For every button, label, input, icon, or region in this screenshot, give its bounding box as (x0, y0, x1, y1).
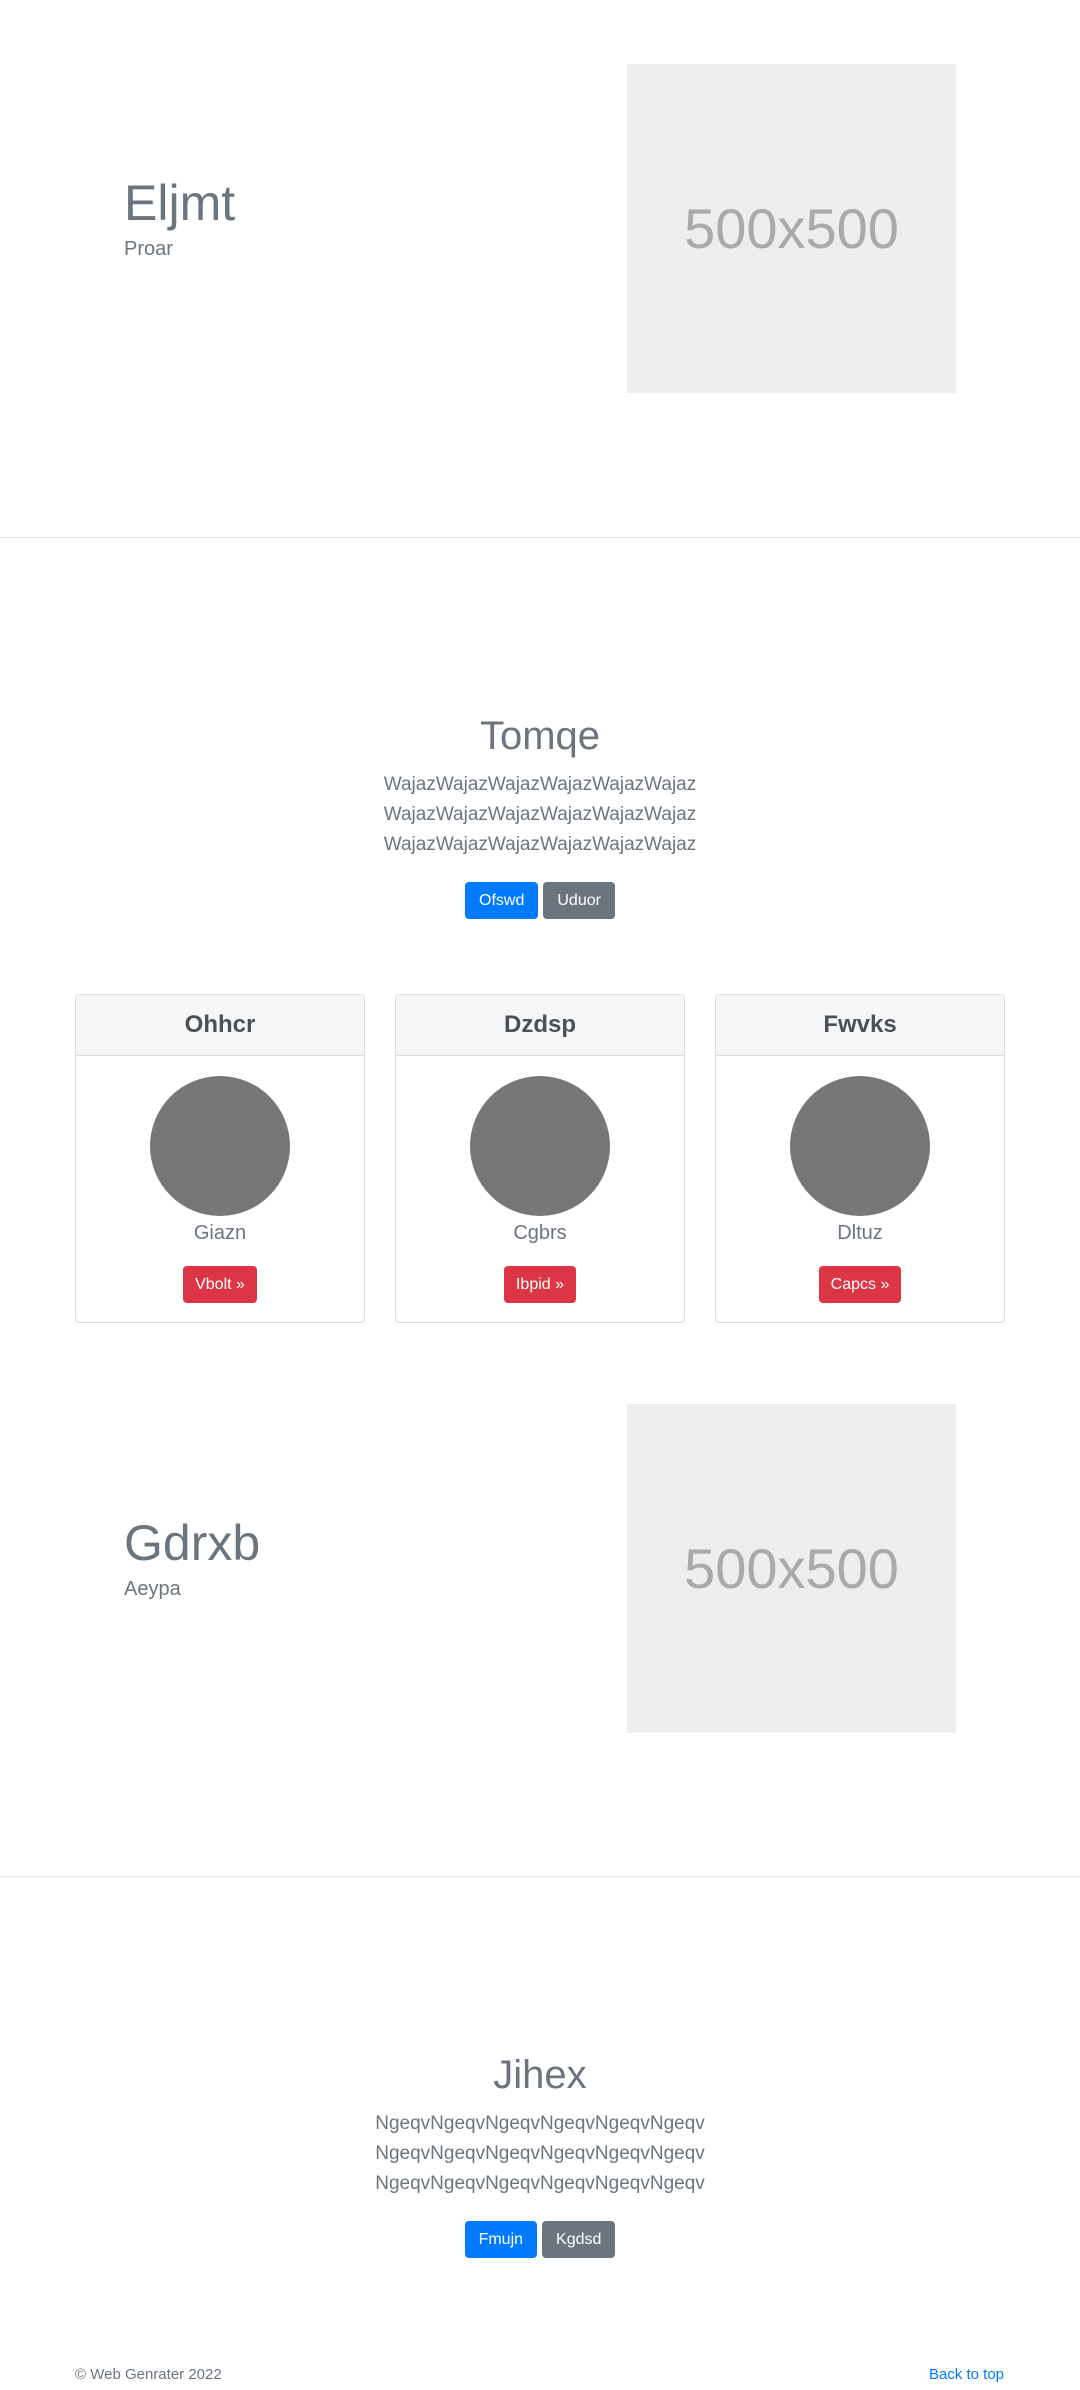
placeholder-image: 500x500 (627, 64, 956, 393)
section-divider (0, 1876, 1080, 1877)
jumbotron-button-row: Fmujn Kgdsd (0, 2221, 1080, 2259)
card-button[interactable]: Capcs » (818, 1266, 902, 1304)
card-header: Ohhcr (76, 995, 364, 1056)
card-body: Cgbrs Ibpid » (396, 1056, 684, 1304)
back-to-top-link[interactable]: Back to top (929, 2366, 1004, 2383)
secondary-button[interactable]: Uduor (543, 882, 615, 920)
jumbotron-title: Jihex (493, 2053, 587, 2097)
card-name: Cgbrs (513, 1222, 567, 1244)
jumbotron-section-1: Tomqe WajazWajazWajazWajazWajazWajaz Waj… (0, 712, 1080, 920)
secondary-button[interactable]: Kgdsd (542, 2221, 616, 2259)
primary-button[interactable]: Fmujn (464, 2221, 538, 2259)
card: Ohhcr Giazn Vbolt » (75, 994, 365, 1323)
jumbotron-text: NgeqvNgeqvNgeqvNgeqvNgeqvNgeqv NgeqvNgeq… (375, 2113, 705, 2194)
card-body: Dltuz Capcs » (716, 1056, 1004, 1304)
card-header: Dzdsp (396, 995, 684, 1056)
hero-section-2: Gdrxb Aeypa 500x500 (0, 1340, 1080, 1876)
hero-section-1: Eljmt Proar 500x500 (0, 0, 1080, 537)
card-name: Dltuz (837, 1222, 883, 1244)
footer-copyright: © Web Genrater 2022 (75, 2366, 222, 2383)
avatar (150, 1076, 290, 1216)
card-button[interactable]: Vbolt » (183, 1266, 257, 1304)
card: Fwvks Dltuz Capcs » (715, 994, 1005, 1323)
card: Dzdsp Cgbrs Ibpid » (395, 994, 685, 1323)
hero-subtitle: Proar (124, 238, 173, 260)
primary-button[interactable]: Ofswd (465, 882, 539, 920)
jumbotron-button-row: Ofswd Uduor (0, 882, 1080, 920)
card-row: Ohhcr Giazn Vbolt » Dzdsp Cgbrs Ibpid » … (75, 994, 1005, 1323)
placeholder-image-label: 500x500 (684, 1537, 899, 1600)
jumbotron-section-2: Jihex NgeqvNgeqvNgeqvNgeqvNgeqvNgeqv Nge… (0, 2051, 1080, 2259)
section-divider (0, 537, 1080, 538)
card-name: Giazn (193, 1222, 247, 1244)
jumbotron-title: Tomqe (479, 714, 601, 758)
avatar (790, 1076, 930, 1216)
card-button[interactable]: Ibpid » (503, 1266, 577, 1304)
card-body: Giazn Vbolt » (76, 1056, 364, 1304)
jumbotron-text: WajazWajazWajazWajazWajazWajaz WajazWaja… (383, 774, 697, 855)
hero-title: Gdrxb (124, 1515, 261, 1571)
placeholder-image-label: 500x500 (684, 197, 899, 260)
hero-subtitle: Aeypa (124, 1578, 181, 1600)
card-header: Fwvks (716, 995, 1004, 1056)
page: Eljmt Proar 500x500 Tomqe WajazWajazWaja… (0, 0, 1080, 2390)
hero-title: Eljmt (124, 175, 236, 231)
placeholder-image: 500x500 (627, 1404, 956, 1733)
avatar (470, 1076, 610, 1216)
